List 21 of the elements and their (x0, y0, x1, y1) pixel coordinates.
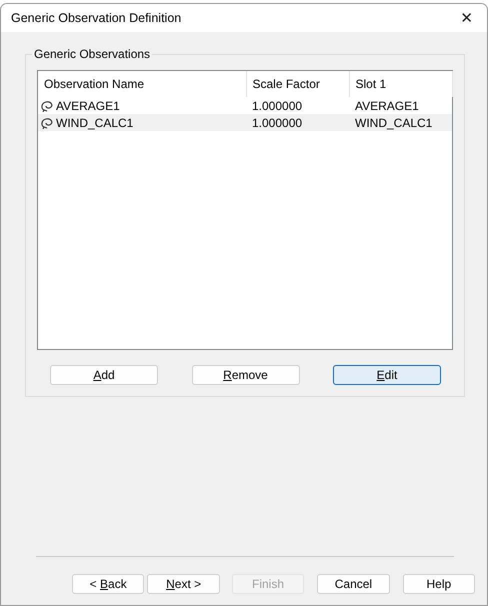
table-cell: AVERAGE1 (349, 97, 452, 114)
dialog-button[interactable]: Help (402, 574, 476, 594)
loop-icon (40, 100, 54, 112)
close-button[interactable]: ✕ (456, 9, 477, 27)
dialog-button[interactable]: Remove (192, 365, 300, 385)
dialog-button[interactable]: Next > (147, 574, 220, 594)
group-title: Generic Observations (32, 47, 152, 61)
observation-name: AVERAGE1 (56, 98, 120, 112)
window-title: Generic Observation Definition (11, 11, 182, 25)
column-header[interactable]: Scale Factor (246, 71, 349, 97)
dialog-button[interactable]: < Back (72, 574, 144, 594)
observation-name: WIND_CALC1 (56, 116, 134, 130)
table-cell: 1.000000 (246, 97, 349, 114)
column-header[interactable]: Observation Name (38, 71, 246, 97)
table-cell: WIND_CALC1 (349, 114, 452, 131)
dialog-button[interactable]: Add (50, 365, 158, 385)
loop-icon (40, 116, 54, 128)
dialog-button[interactable]: Edit (333, 365, 441, 385)
table-cell: 1.000000 (246, 114, 349, 131)
column-header[interactable]: Slot 1 (349, 71, 452, 97)
dialog-button[interactable]: Cancel (317, 574, 390, 594)
